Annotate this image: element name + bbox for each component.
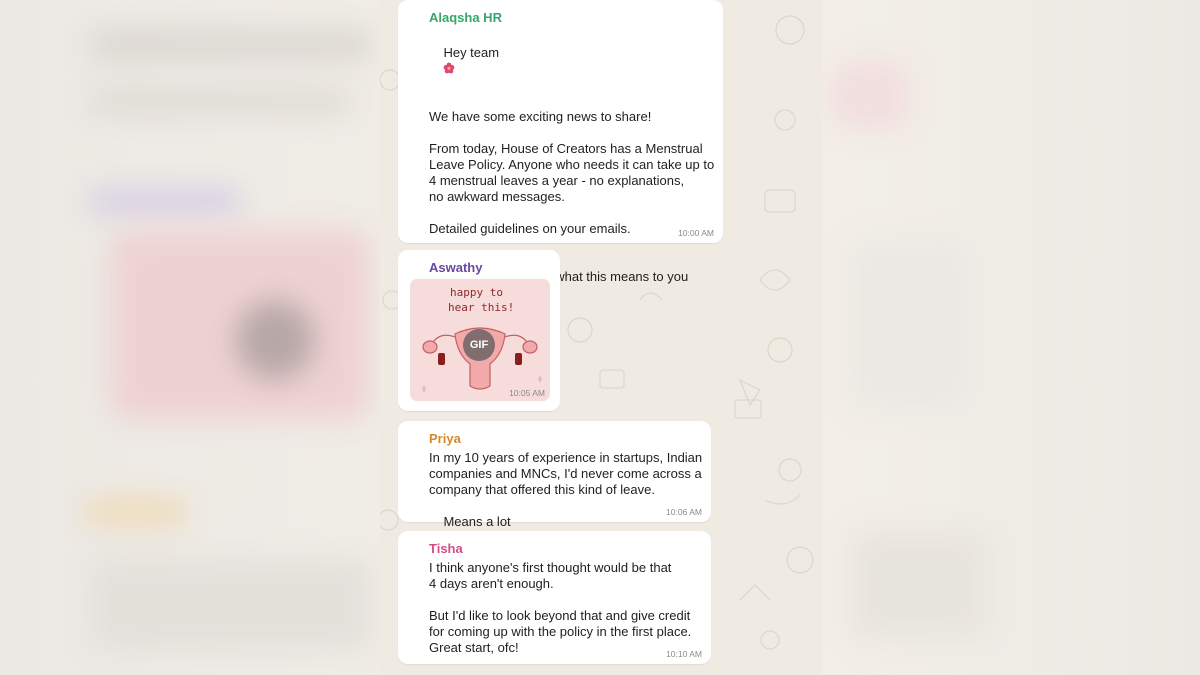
message-text-line: for coming up with the policy in the fir… <box>429 624 692 639</box>
sender-name[interactable]: Tisha <box>429 540 699 557</box>
message-timestamp: 10:06 AM <box>666 507 702 517</box>
message-text-line: companies and MNCs, I'd never come acros… <box>429 466 702 481</box>
gif-caption-line2: hear this! <box>448 301 514 314</box>
message-text-line: Detailed guidelines on your emails. <box>429 221 631 236</box>
message-text-line: Great start, ofc! <box>429 640 519 655</box>
message-text-line: From today, House of Creators has a Mens… <box>429 141 703 156</box>
message-bubble-tisha[interactable]: Tisha I think anyone's first thought wou… <box>398 531 711 664</box>
sender-name[interactable]: Alaqsha HR <box>429 9 711 26</box>
gif-attachment[interactable]: happy to hear this! GIF 10:05 AM <box>410 279 550 401</box>
message-bubble-aswathy[interactable]: Aswathy happy to hear this! GIF 10:05 AM <box>398 250 560 411</box>
message-text-line: no awkward messages. <box>429 189 565 204</box>
message-timestamp: 10:10 AM <box>666 649 702 659</box>
message-text-line: Hey team <box>443 45 500 60</box>
message-text-line: 4 days aren't enough. <box>429 576 554 591</box>
message-text-line: We have some exciting news to share! <box>429 109 652 124</box>
message-text-line: 4 menstrual leaves a year - no explanati… <box>429 173 685 188</box>
gif-badge[interactable]: GIF <box>463 329 495 361</box>
message-text-line: But I'd like to look beyond that and giv… <box>429 608 691 623</box>
message-text-line: company that offered this kind of leave. <box>429 482 655 497</box>
flower-icon <box>444 62 455 74</box>
sender-name[interactable]: Priya <box>429 430 699 447</box>
message-timestamp: 10:00 AM <box>678 228 714 238</box>
message-text-line: Leave Policy. Anyone who needs it can ta… <box>429 157 715 172</box>
message-timestamp: 10:05 AM <box>509 388 545 398</box>
message-bubble-priya[interactable]: Priya In my 10 years of experience in st… <box>398 421 711 542</box>
gif-caption-line1: happy to <box>450 286 503 299</box>
message-bubble-alaqsha[interactable]: Alaqsha HR Hey team We have some excitin… <box>398 0 723 297</box>
sender-name[interactable]: Aswathy <box>429 259 548 276</box>
message-text-line: Means a lot <box>443 514 511 529</box>
message-text-line: I think anyone's first thought would be … <box>429 560 672 575</box>
message-text-line: In my 10 years of experience in startups… <box>429 450 703 465</box>
